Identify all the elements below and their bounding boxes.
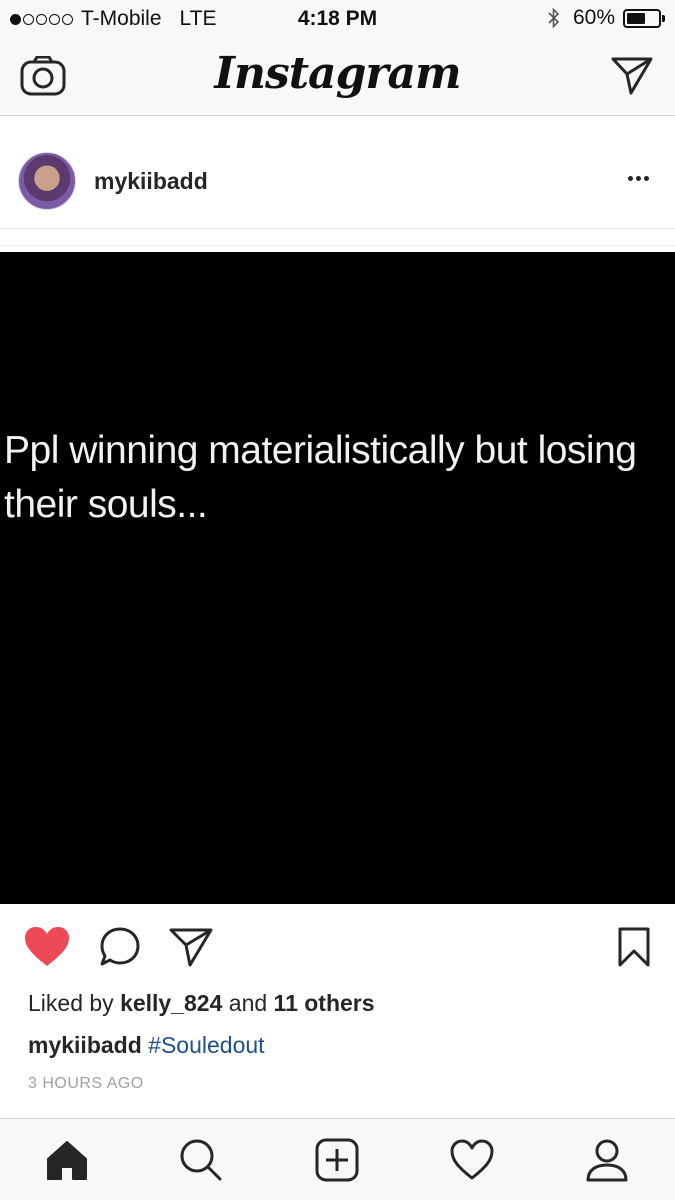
status-bar: T-Mobile LTE 4:18 PM 60%: [0, 0, 675, 38]
bottom-tab-bar: [0, 1118, 675, 1200]
avatar[interactable]: [18, 152, 76, 210]
battery-percent: 60%: [572, 6, 615, 29]
post-username[interactable]: mykiibadd: [94, 168, 208, 195]
likes-prefix: Liked by: [28, 990, 114, 1016]
divider: [0, 245, 675, 246]
post-image-text: Ppl winning materialistically but losing…: [4, 429, 637, 526]
post-image[interactable]: [0, 252, 675, 904]
profile-icon[interactable]: [584, 1137, 630, 1183]
battery-icon: [623, 8, 665, 28]
bookmark-icon[interactable]: [617, 926, 651, 973]
top-navigation: Instagram: [0, 38, 675, 116]
paper-plane-icon[interactable]: [611, 56, 653, 96]
comment-icon[interactable]: [98, 926, 142, 973]
likes-others-link[interactable]: 11 others: [274, 990, 375, 1016]
search-icon[interactable]: [178, 1137, 224, 1183]
post-timestamp: 3 HOURS AGO: [28, 1075, 144, 1092]
liked-by-username[interactable]: kelly_824: [120, 990, 222, 1016]
status-right: 60%: [547, 6, 665, 30]
post-caption: mykiibadd #Souledout: [28, 1032, 265, 1059]
post-header: mykiibadd: [0, 116, 675, 229]
likes-joiner: and: [228, 990, 268, 1016]
home-icon[interactable]: [44, 1137, 90, 1183]
instagram-screen: T-Mobile LTE 4:18 PM 60% Instagram mykii…: [0, 0, 675, 1200]
like-heart-icon[interactable]: [24, 926, 70, 973]
more-options-icon[interactable]: [625, 176, 649, 181]
caption-username[interactable]: mykiibadd: [28, 1032, 142, 1058]
post-actions: [0, 904, 675, 990]
activity-heart-icon[interactable]: [449, 1137, 495, 1183]
bluetooth-icon: [548, 7, 560, 29]
add-post-icon[interactable]: [314, 1137, 360, 1183]
share-icon[interactable]: [168, 926, 214, 973]
likes-summary: Liked by kelly_824 and 11 others: [28, 990, 375, 1017]
caption-hashtag[interactable]: #Souledout: [148, 1032, 264, 1058]
instagram-logo: Instagram: [214, 48, 461, 99]
